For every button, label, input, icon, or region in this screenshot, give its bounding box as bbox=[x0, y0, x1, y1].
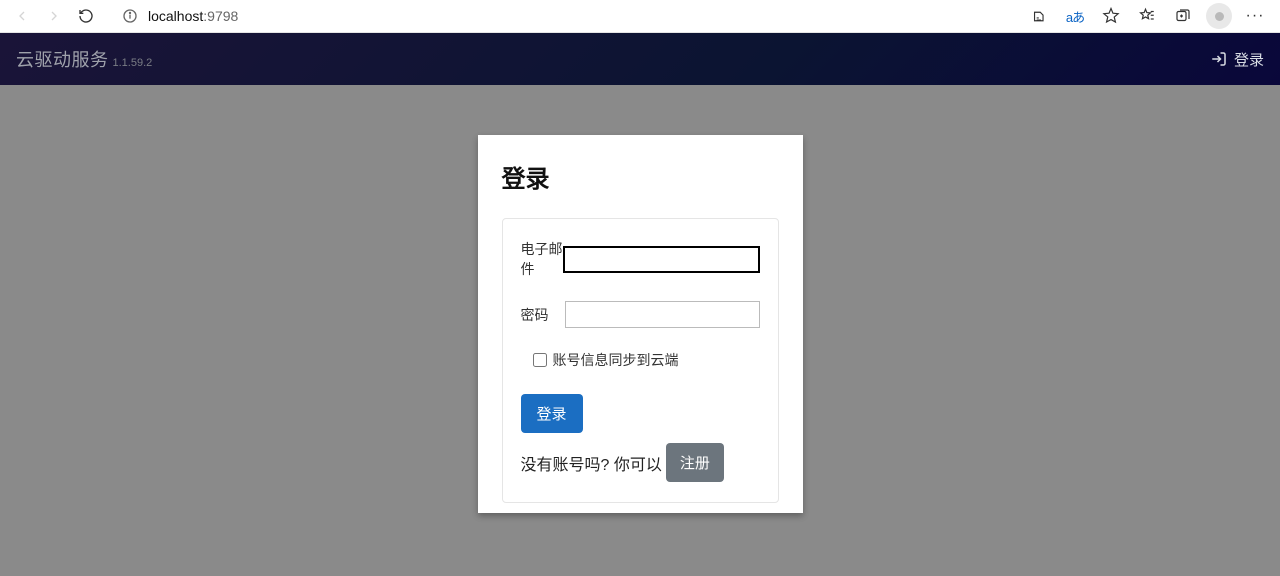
sync-row: 账号信息同步到云端 bbox=[533, 350, 760, 370]
site-info-button[interactable] bbox=[118, 4, 142, 28]
header-login-link[interactable]: 登录 bbox=[1210, 49, 1264, 70]
back-button[interactable] bbox=[8, 2, 36, 30]
url-port: :9798 bbox=[203, 8, 238, 24]
signup-row: 没有账号吗? 你可以 注册 bbox=[521, 443, 760, 482]
email-label: 电子邮件 bbox=[521, 239, 563, 279]
login-submit-button[interactable]: 登录 bbox=[521, 394, 583, 433]
password-field[interactable] bbox=[565, 301, 760, 328]
collections-button[interactable] bbox=[1166, 2, 1200, 30]
login-form: 电子邮件 密码 账号信息同步到云端 登录 没有账号吗? 你可以 注册 bbox=[502, 218, 779, 503]
email-field[interactable] bbox=[563, 246, 760, 273]
brand-version: 1.1.59.2 bbox=[113, 57, 153, 69]
info-icon bbox=[122, 8, 138, 24]
register-button[interactable]: 注册 bbox=[666, 443, 724, 482]
page-body: 登录 电子邮件 密码 账号信息同步到云端 登录 没有账号吗? 你可以 注册 bbox=[0, 85, 1280, 576]
arrow-left-icon bbox=[14, 8, 30, 24]
app-header: 云驱动服务 1.1.59.2 登录 bbox=[0, 33, 1280, 85]
star-icon bbox=[1102, 7, 1120, 25]
arrow-right-icon bbox=[46, 8, 62, 24]
sync-checkbox-label: 账号信息同步到云端 bbox=[553, 350, 679, 370]
read-aloud-button[interactable] bbox=[1022, 2, 1056, 30]
address-bar[interactable]: localhost:9798 bbox=[114, 2, 1008, 30]
refresh-icon bbox=[78, 8, 94, 24]
browser-toolbar: localhost:9798 aあ ··· bbox=[0, 0, 1280, 33]
url-text: localhost:9798 bbox=[142, 8, 1004, 24]
more-button[interactable]: ··· bbox=[1238, 2, 1272, 30]
collections-icon bbox=[1174, 7, 1192, 25]
sync-checkbox[interactable] bbox=[533, 353, 547, 367]
password-label: 密码 bbox=[521, 305, 565, 325]
toolbar-right: aあ ··· bbox=[1022, 2, 1272, 30]
password-row: 密码 bbox=[521, 301, 760, 328]
translate-button[interactable]: aあ bbox=[1058, 2, 1092, 30]
header-login-label: 登录 bbox=[1234, 49, 1264, 70]
star-list-icon bbox=[1138, 7, 1156, 25]
favorites-menu-button[interactable] bbox=[1130, 2, 1164, 30]
avatar-icon bbox=[1206, 3, 1232, 29]
favorite-button[interactable] bbox=[1094, 2, 1128, 30]
translate-icon: aあ bbox=[1066, 7, 1084, 26]
read-aloud-icon bbox=[1031, 8, 1048, 25]
login-title: 登录 bbox=[502, 159, 779, 194]
no-account-text: 没有账号吗? 你可以 bbox=[521, 451, 662, 475]
profile-button[interactable] bbox=[1202, 2, 1236, 30]
login-icon bbox=[1210, 50, 1228, 68]
login-card: 登录 电子邮件 密码 账号信息同步到云端 登录 没有账号吗? 你可以 注册 bbox=[478, 135, 803, 513]
ellipsis-icon: ··· bbox=[1246, 7, 1265, 25]
brand: 云驱动服务 1.1.59.2 bbox=[16, 46, 152, 72]
refresh-button[interactable] bbox=[72, 2, 100, 30]
forward-button[interactable] bbox=[40, 2, 68, 30]
email-row: 电子邮件 bbox=[521, 239, 760, 279]
url-host: localhost bbox=[148, 8, 203, 24]
brand-name: 云驱动服务 bbox=[16, 46, 109, 72]
